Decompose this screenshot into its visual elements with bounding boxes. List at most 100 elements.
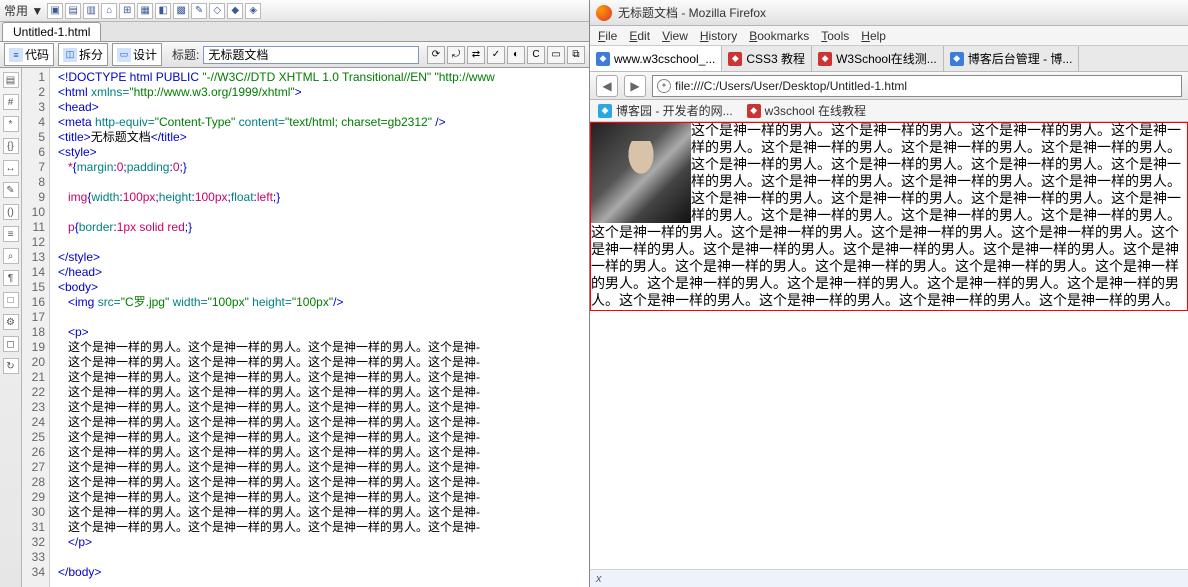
firefox-window-title: 无标题文档 - Mozilla Firefox: [618, 4, 766, 21]
mode-design-button[interactable]: ▭设计: [112, 43, 162, 66]
code-vertical-toolbar: ▤ # * {} ↔ ✎ () ≡ ⌕ ¶ □ ⚙ ◻ ↻: [0, 68, 22, 587]
menu-history[interactable]: History: [700, 29, 737, 43]
bookmark-icon: ◆: [598, 104, 612, 118]
insert-icon[interactable]: ▥: [83, 3, 99, 19]
favicon-icon: ◆: [728, 52, 742, 66]
code-tool-icon[interactable]: ≡: [3, 226, 19, 242]
line-gutter: 1234567891011121314151617181920212223242…: [22, 68, 50, 587]
doc-tool-icon[interactable]: ⟳: [427, 46, 445, 64]
mode-split-label: 拆分: [79, 46, 103, 63]
firefox-tab-strip: ◆ www.w3cschool_... ◆ CSS3 教程 ◆ W3School在线测..…: [590, 46, 1188, 72]
tab-label: www.w3cschool_...: [614, 52, 715, 66]
back-button[interactable]: ◀: [596, 75, 618, 97]
address-bar-text: file:///C:/Users/User/Desktop/Untitled-1…: [675, 79, 1177, 93]
code-tool-icon[interactable]: ¶: [3, 270, 19, 286]
mode-code-button[interactable]: ≡代码: [4, 43, 54, 66]
firefox-statusbar: x: [590, 569, 1188, 587]
code-editor: ▤ # * {} ↔ ✎ () ≡ ⌕ ¶ □ ⚙ ◻ ↻ 12345678910111213141516…: [0, 68, 589, 587]
globe-icon: ✦: [657, 79, 671, 93]
insert-icon[interactable]: ▣: [47, 3, 63, 19]
code-tool-icon[interactable]: ▤: [3, 72, 19, 88]
doc-title-input[interactable]: [203, 46, 419, 64]
code-tool-icon[interactable]: □: [3, 292, 19, 308]
insert-icons: ▣▤▥⌂⊞▦◧▩✎◇◆◈: [47, 3, 261, 19]
code-tool-icon[interactable]: (): [3, 204, 19, 220]
insert-icon[interactable]: ⊞: [119, 3, 135, 19]
design-icon: ▭: [117, 48, 131, 62]
favicon-icon: ◆: [950, 52, 964, 66]
code-tool-icon[interactable]: ↻: [3, 358, 19, 374]
browser-tab[interactable]: ◆ 博客后台管理 - 博...: [944, 46, 1080, 71]
code-tool-icon[interactable]: {}: [3, 138, 19, 154]
forward-button[interactable]: ▶: [624, 75, 646, 97]
insert-icon[interactable]: ⌂: [101, 3, 117, 19]
insert-icon[interactable]: ▦: [137, 3, 153, 19]
code-area[interactable]: <!DOCTYPE html PUBLIC "-//W3C//DTD XHTML…: [50, 68, 589, 587]
insert-icon[interactable]: ◆: [227, 3, 243, 19]
firefox-nav-bar: ◀ ▶ ✦ file:///C:/Users/User/Desktop/Unti…: [590, 72, 1188, 100]
doc-tool-icon[interactable]: C: [527, 46, 545, 64]
bookmark-item[interactable]: ◆ 博客园 - 开发者的网...: [598, 102, 733, 119]
tab-label: CSS3 教程: [746, 50, 805, 67]
insert-icon[interactable]: ◈: [245, 3, 261, 19]
doc-tool-icon[interactable]: ▭: [547, 46, 565, 64]
browser-tab[interactable]: ◆ CSS3 教程: [722, 46, 812, 71]
menu-tools[interactable]: Tools: [821, 29, 849, 43]
firefox-logo-icon: [596, 5, 612, 21]
menu-edit[interactable]: Edit: [629, 29, 650, 43]
insert-toolbar: 常用 ▼ ▣▤▥⌂⊞▦◧▩✎◇◆◈: [0, 0, 589, 22]
tab-label: 博客后台管理 - 博...: [968, 50, 1073, 67]
mode-split-button[interactable]: ◫拆分: [58, 43, 108, 66]
bookmark-icon: ◆: [747, 104, 761, 118]
doc-tool-icon[interactable]: ◐: [507, 46, 525, 64]
firefox-window: 无标题文档 - Mozilla Firefox File Edit View Hist…: [590, 0, 1188, 587]
insert-icon[interactable]: ◇: [209, 3, 225, 19]
doc-tool-icon[interactable]: ⇄: [467, 46, 485, 64]
rendered-paragraph: 这个是神一样的男人。这个是神一样的男人。这个是神一样的男人。这个是神一样的男人。…: [590, 122, 1188, 311]
doc-tool-icon[interactable]: ⤾: [447, 46, 465, 64]
menu-help[interactable]: Help: [861, 29, 886, 43]
firefox-titlebar: 无标题文档 - Mozilla Firefox: [590, 0, 1188, 26]
doc-tool-icon[interactable]: ✓: [487, 46, 505, 64]
code-tool-icon[interactable]: *: [3, 116, 19, 132]
tab-label: W3School在线测...: [836, 50, 937, 67]
code-tool-icon[interactable]: ✎: [3, 182, 19, 198]
favicon-icon: ◆: [818, 52, 832, 66]
bookmark-label: 博客园 - 开发者的网...: [616, 102, 733, 119]
menu-view[interactable]: View: [662, 29, 688, 43]
code-icon: ≡: [9, 48, 23, 62]
bookmarks-toolbar: ◆ 博客园 - 开发者的网... ◆ w3school 在线教程: [590, 100, 1188, 122]
favicon-icon: ◆: [596, 52, 610, 66]
code-tool-icon[interactable]: ⌕: [3, 248, 19, 264]
mode-toolbar: ≡代码 ◫拆分 ▭设计 标题: ⟳⤾⇄✓◐C▭⧉: [0, 42, 589, 68]
insert-icon[interactable]: ◧: [155, 3, 171, 19]
insert-category-label[interactable]: 常用 ▼: [4, 2, 43, 19]
bookmark-item[interactable]: ◆ w3school 在线教程: [747, 102, 866, 119]
dreamweaver-panel: 常用 ▼ ▣▤▥⌂⊞▦◧▩✎◇◆◈ Untitled-1.html ≡代码 ◫拆…: [0, 0, 590, 587]
page-viewport: 这个是神一样的男人。这个是神一样的男人。这个是神一样的男人。这个是神一样的男人。…: [590, 122, 1188, 569]
code-tool-icon[interactable]: ⚙: [3, 314, 19, 330]
mode-design-label: 设计: [133, 46, 157, 63]
document-tab[interactable]: Untitled-1.html: [2, 22, 101, 41]
code-tool-icon[interactable]: ◻: [3, 336, 19, 352]
insert-icon[interactable]: ✎: [191, 3, 207, 19]
code-tool-icon[interactable]: #: [3, 94, 19, 110]
menu-file[interactable]: File: [598, 29, 617, 43]
firefox-menubar: File Edit View History Bookmarks Tools Help: [590, 26, 1188, 46]
insert-icon[interactable]: ▩: [173, 3, 189, 19]
bookmark-label: w3school 在线教程: [765, 102, 866, 119]
doc-title-label: 标题:: [172, 46, 199, 63]
split-icon: ◫: [63, 48, 77, 62]
doc-tool-icons: ⟳⤾⇄✓◐C▭⧉: [427, 46, 585, 64]
code-tool-icon[interactable]: ↔: [3, 160, 19, 176]
doc-tool-icon[interactable]: ⧉: [567, 46, 585, 64]
document-tab-row: Untitled-1.html: [0, 22, 589, 42]
address-bar[interactable]: ✦ file:///C:/Users/User/Desktop/Untitled…: [652, 75, 1182, 97]
insert-icon[interactable]: ▤: [65, 3, 81, 19]
cristiano-image: [591, 123, 691, 223]
menu-bookmarks[interactable]: Bookmarks: [749, 29, 809, 43]
browser-tab[interactable]: ◆ W3School在线测...: [812, 46, 944, 71]
browser-tab[interactable]: ◆ www.w3cschool_...: [590, 46, 722, 71]
mode-code-label: 代码: [25, 46, 49, 63]
status-x-icon[interactable]: x: [596, 573, 602, 585]
